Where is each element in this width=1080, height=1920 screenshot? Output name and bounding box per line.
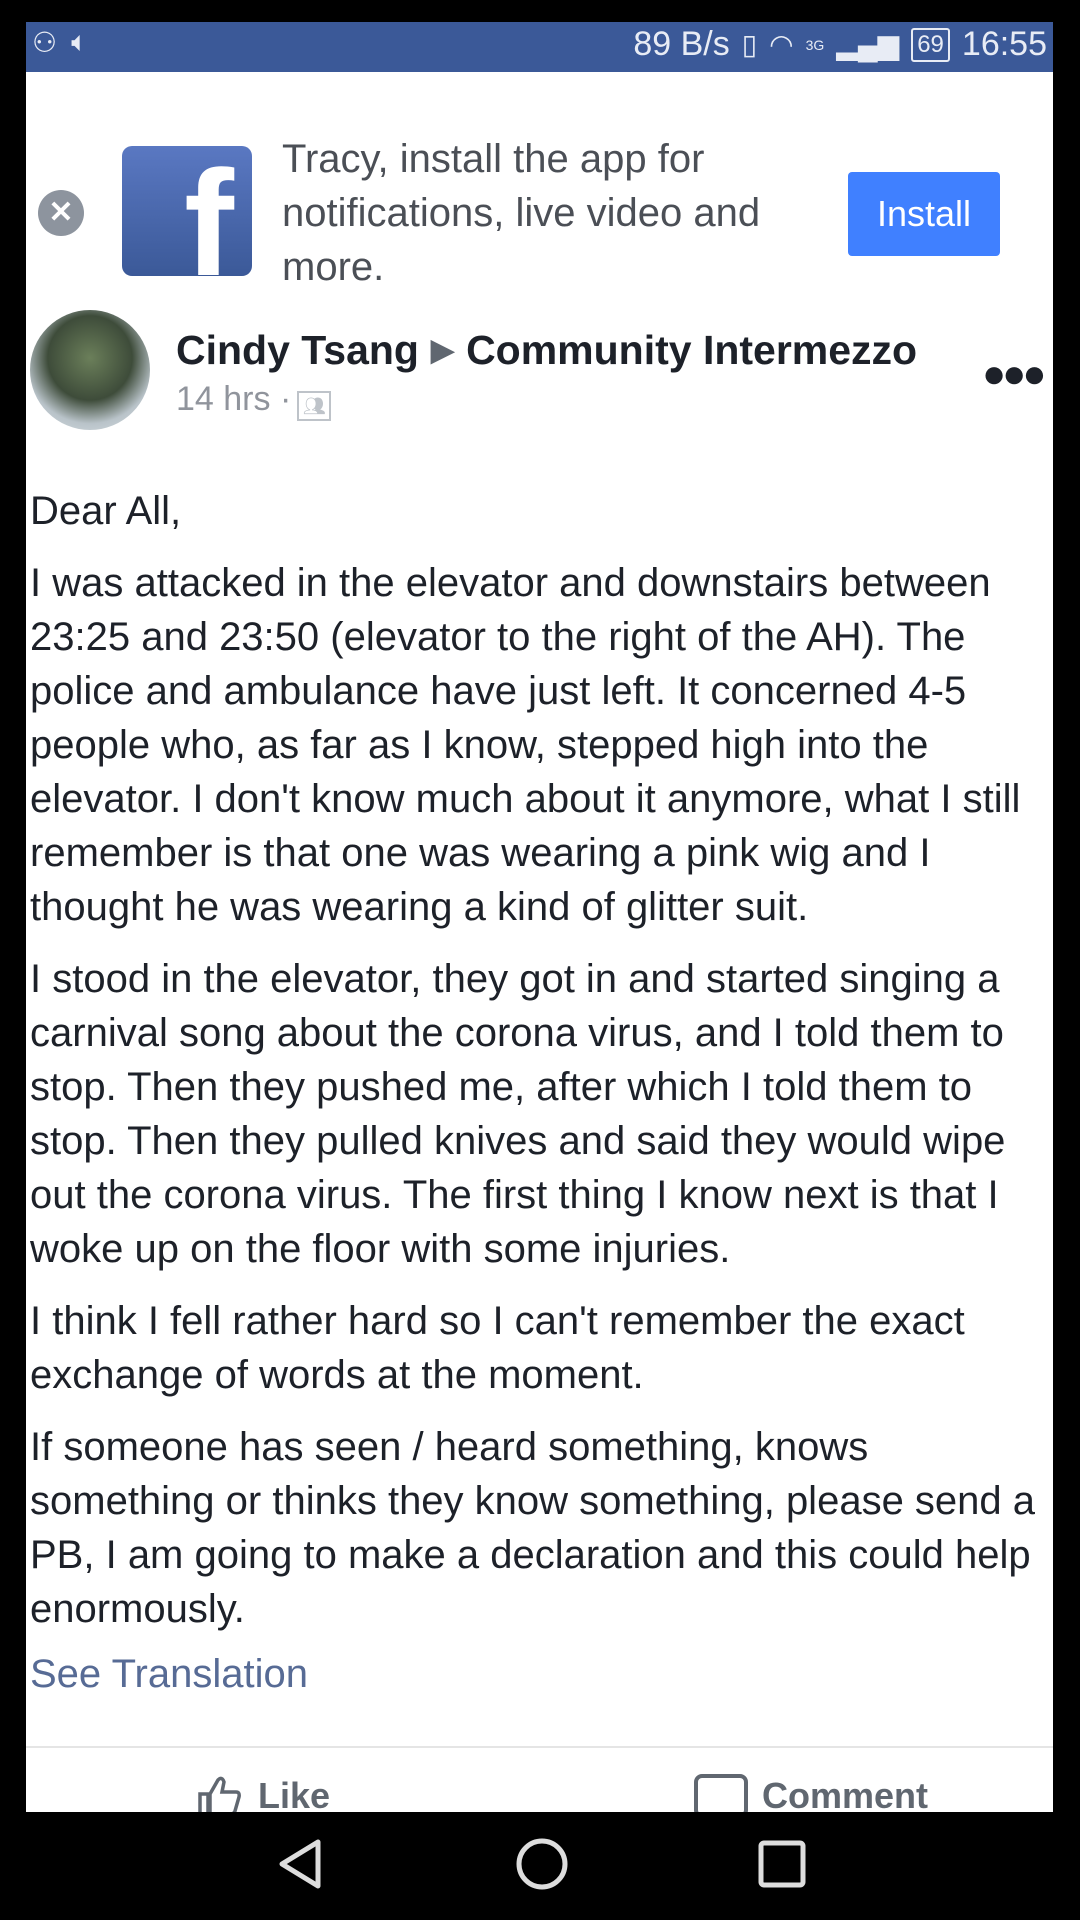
group-audience-icon: 👥︎ [297, 391, 332, 421]
facebook-logo-glyph: f [184, 146, 234, 276]
glasses-icon: ⚇ [32, 27, 58, 58]
post-paragraph: Dear All, [30, 489, 182, 533]
recent-apps-icon[interactable] [756, 1836, 808, 1892]
triangle-right-icon: ▶ [430, 334, 455, 367]
signal-bars-icon: ▂▄▆ [836, 29, 900, 60]
back-icon[interactable] [274, 1836, 326, 1892]
status-bar: ⚇ 🔈︎ 89 B/s ▯ ◠ 3G ▂▄▆ 69 16:55 [26, 22, 1053, 72]
install-app-banner: ✕ f Tracy, install the app for notificat… [26, 72, 1053, 294]
like-button[interactable]: Like [196, 1774, 330, 1812]
comment-button[interactable]: Comment [694, 1774, 928, 1812]
post-author-line: Cindy Tsang ▶ Community Intermezzo [176, 327, 917, 374]
thumbs-up-icon [198, 1776, 241, 1812]
see-translation-link[interactable]: See Translation [30, 1652, 308, 1697]
post-paragraph: I was attacked in the elevator and downs… [30, 561, 1021, 929]
volume-icon: 🔈︎ [71, 26, 88, 57]
like-label: Like [258, 1775, 331, 1812]
home-icon[interactable] [514, 1836, 570, 1892]
clock: 16:55 [961, 25, 1047, 63]
install-banner-message: Tracy, install the app for notifications… [282, 137, 761, 289]
post-paragraph: I think I fell rather hard so I can't re… [30, 1299, 965, 1397]
android-nav-bar [0, 1812, 1080, 1920]
post-paragraph: I stood in the elevator, they got in and… [30, 957, 1006, 1271]
vibrate-icon: ▯ [741, 29, 758, 60]
divider [26, 1746, 1053, 1748]
avatar[interactable] [30, 310, 150, 430]
more-options-icon[interactable]: ●●● [982, 352, 1047, 397]
close-icon[interactable]: ✕ [38, 190, 84, 236]
group-name[interactable]: Community Intermezzo [466, 327, 917, 373]
post-meta: 14 hrs · 👥︎ [176, 380, 332, 421]
post-paragraph: If someone has seen / heard something, k… [30, 1425, 1036, 1631]
post-body: Dear All, I was attacked in the elevator… [30, 484, 1050, 1654]
facebook-logo-icon: f [122, 146, 252, 276]
install-button[interactable]: Install [848, 172, 1000, 256]
comment-label: Comment [762, 1775, 929, 1812]
comment-icon [694, 1774, 748, 1812]
signal-label: 3G [805, 36, 825, 53]
post-timestamp[interactable]: 14 hrs · [176, 380, 291, 418]
network-speed: 89 B/s [633, 25, 730, 63]
battery-level: 69 [911, 27, 950, 62]
phone-screen: ⚇ 🔈︎ 89 B/s ▯ ◠ 3G ▂▄▆ 69 16:55 ✕ f Trac… [26, 22, 1053, 1812]
wifi-icon: ◠ [769, 29, 794, 60]
author-name[interactable]: Cindy Tsang [176, 327, 419, 373]
